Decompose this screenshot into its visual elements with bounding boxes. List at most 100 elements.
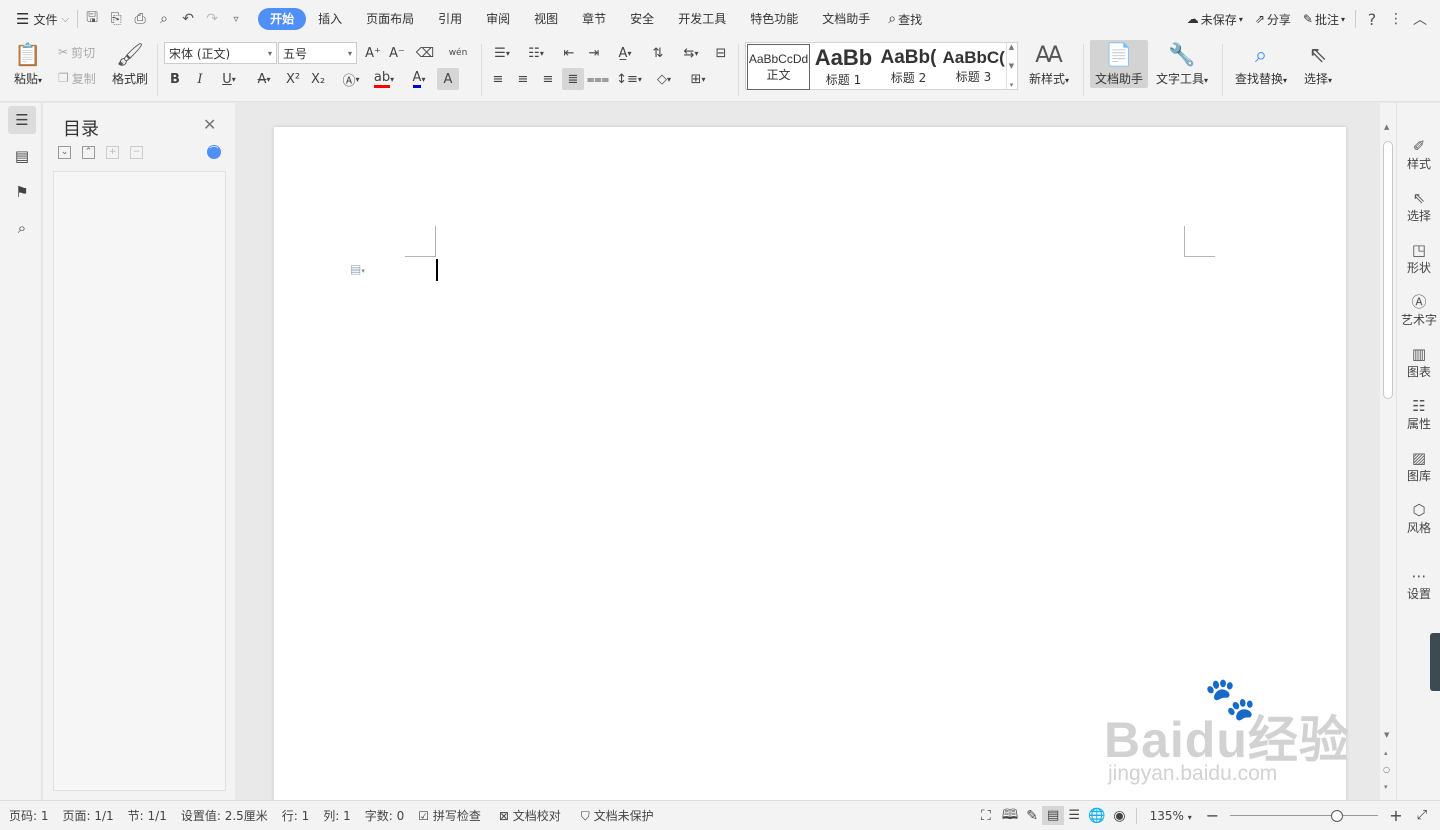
distribute-icon[interactable]: ⩶ [587,68,609,90]
print-preview-icon[interactable]: ⌕ [152,7,176,31]
panel-settings[interactable]: ⋯ 设置 [1397,567,1440,602]
format-painter-button[interactable]: 🖌 格式刷 [108,42,152,87]
paragraph-options-icon[interactable]: ▤▾ [350,262,365,276]
redo-icon[interactable]: ↷ [200,7,224,31]
find-replace-button[interactable]: ⌕ 查找替换▾ [1230,42,1292,87]
spell-check-button[interactable]: ☑ 拼写检查 [411,807,488,824]
chapter-nav-icon[interactable]: ▤ [8,142,36,170]
outline-view-icon[interactable]: ☰ [1064,808,1084,823]
unsaved-status[interactable]: ☁ 未保存 ▾ [1181,7,1249,31]
tab-features[interactable]: 特色功能 [738,8,810,30]
web-view-icon[interactable]: 🌐 [1084,808,1109,824]
page-view-icon[interactable]: ▤ [1042,806,1065,825]
zoom-select[interactable]: 135% ▾ [1143,809,1199,823]
expand-all-icon[interactable]: ⌄ [58,146,71,159]
bullet-list-icon[interactable]: ☰ ▾ [487,42,517,64]
protection-button[interactable]: ⛉ 文档未保护 [574,807,661,824]
table-columns-icon[interactable]: ⊟ [710,42,732,64]
panel-select[interactable]: ⇖ 选择 [1397,189,1440,224]
search-button[interactable]: ⌕ 查找 [882,7,928,31]
prev-page-icon[interactable]: ▴ [1384,749,1388,757]
tab-review[interactable]: 审阅 [474,8,522,30]
status-pages[interactable]: 页面: 1/1 [56,807,121,824]
doc-assistant-button[interactable]: 📄 文档助手 [1090,40,1148,88]
panel-styles[interactable]: ✐ 样式 [1397,137,1440,172]
write-mode-icon[interactable]: ✎ [1022,808,1042,824]
side-handle[interactable] [1430,633,1440,691]
quick-access-more-icon[interactable]: ▿ [224,7,248,31]
fullscreen-icon[interactable]: ⛶ [974,808,998,824]
tab-security[interactable]: 安全 [618,8,666,30]
tab-insert[interactable]: 插入 [306,8,354,30]
sort-icon[interactable]: ⇅ [647,42,669,64]
collapse-ribbon-icon[interactable]: ︿ [1408,7,1432,31]
text-effect-icon[interactable]: Ⓐ ▾ [336,68,366,90]
highlight-icon[interactable]: ab ▾ [369,68,399,90]
add-level-icon[interactable]: + [106,146,119,159]
vertical-scrollbar[interactable]: ▲ ▼ ▴ ○ ▾ [1380,103,1396,800]
text-tools-button[interactable]: 🔧 文字工具▾ [1152,42,1212,87]
reading-mode-icon[interactable]: 🕮 [998,804,1023,828]
tab-references[interactable]: 引用 [426,8,474,30]
style-heading-2[interactable]: AaBb( 标题 2 [876,43,941,89]
toc-list-icon[interactable]: ☰ [8,106,36,134]
panel-properties[interactable]: ☷ 属性 [1397,397,1440,432]
align-center-icon[interactable]: ≡ [512,68,534,90]
phonetic-guide-icon[interactable]: wén [443,42,473,64]
superscript-icon[interactable]: X² [282,68,304,90]
zoom-slider[interactable] [1230,809,1379,823]
font-color-icon[interactable]: A ▾ [404,68,434,90]
cut-button[interactable]: ✂ 剪切 [58,42,95,62]
tab-view[interactable]: 视图 [522,8,570,30]
panel-shapes[interactable]: ◳ 形状 [1397,241,1440,276]
select-button[interactable]: ⇖ 选择▾ [1298,42,1338,87]
fit-window-icon[interactable]: ⤢ [1410,808,1434,823]
align-justify-icon[interactable]: ≣ [562,68,584,90]
style-normal[interactable]: AaBbCcDd 正文 [747,44,810,90]
comment-button[interactable]: ✎ 批注 ▾ [1297,7,1351,31]
status-page-number[interactable]: 页码: 1 [2,807,56,824]
next-page-icon[interactable]: ▾ [1384,783,1388,791]
show-marks-icon[interactable]: ⇆ ▾ [676,42,706,64]
shrink-font-icon[interactable]: A⁻ [386,42,408,64]
share-button[interactable]: ⇗ 分享 [1249,7,1297,31]
borders-icon[interactable]: ⊞ ▾ [683,68,713,90]
help-icon[interactable]: ? [1360,7,1384,31]
eye-protection-icon[interactable]: ◉ [1109,808,1129,824]
styles-scroll[interactable]: ▲ ▼ ▾ [1006,43,1016,89]
line-spacing-icon[interactable]: ↕≡ ▾ [614,68,644,90]
proofread-button[interactable]: ⊠ 文档校对 [492,807,568,824]
style-heading-1[interactable]: AaBb 标题 1 [811,43,876,89]
increase-indent-icon[interactable]: ⇥ [583,42,605,64]
bookmark-icon[interactable]: ⚑ [8,178,36,206]
grow-font-icon[interactable]: A⁺ [362,42,384,64]
decrease-indent-icon[interactable]: ⇤ [558,42,580,64]
undo-icon[interactable]: ↶ [176,7,200,31]
tab-section[interactable]: 章节 [570,8,618,30]
align-right-icon[interactable]: ≡ [537,68,559,90]
print-icon[interactable]: ⎙ [128,7,152,31]
underline-icon[interactable]: U ▾ [214,68,244,90]
italic-icon[interactable]: I [189,68,211,90]
character-shading-icon[interactable]: A [437,68,459,90]
zoom-slider-thumb[interactable] [1330,809,1343,822]
scroll-up-icon[interactable]: ▲ [1384,123,1389,131]
panel-theme[interactable]: ⬡ 风格 [1397,501,1440,536]
panel-chart[interactable]: ▥ 图表 [1397,345,1440,380]
more-vertical-icon[interactable]: ⋮ [1384,7,1408,31]
shading-icon[interactable]: ◇ ▾ [649,68,679,90]
tab-doc-assistant[interactable]: 文档助手 [810,8,882,30]
chinese-layout-icon[interactable]: A̲ ▾ [610,42,640,64]
select-browse-icon[interactable]: ○ [1383,765,1390,774]
file-menu[interactable]: ☰ 文件 ⌵ [10,7,75,31]
font-name-select[interactable]: 宋体 (正文) ▾ [164,42,277,64]
subscript-icon[interactable]: X₂ [307,68,329,90]
collapse-all-icon[interactable]: ⌃ [82,146,95,159]
export-icon[interactable]: ⎘ [104,7,128,31]
tab-page-layout[interactable]: 页面布局 [354,8,426,30]
status-setting[interactable]: 设置值: 2.5厘米 [174,807,275,824]
new-style-button[interactable]: Ꜳ 新样式▾ [1024,42,1074,87]
numbered-list-icon[interactable]: ☷ ▾ [521,42,551,64]
align-left-icon[interactable]: ≡ [487,68,509,90]
tab-developer[interactable]: 开发工具 [666,8,738,30]
